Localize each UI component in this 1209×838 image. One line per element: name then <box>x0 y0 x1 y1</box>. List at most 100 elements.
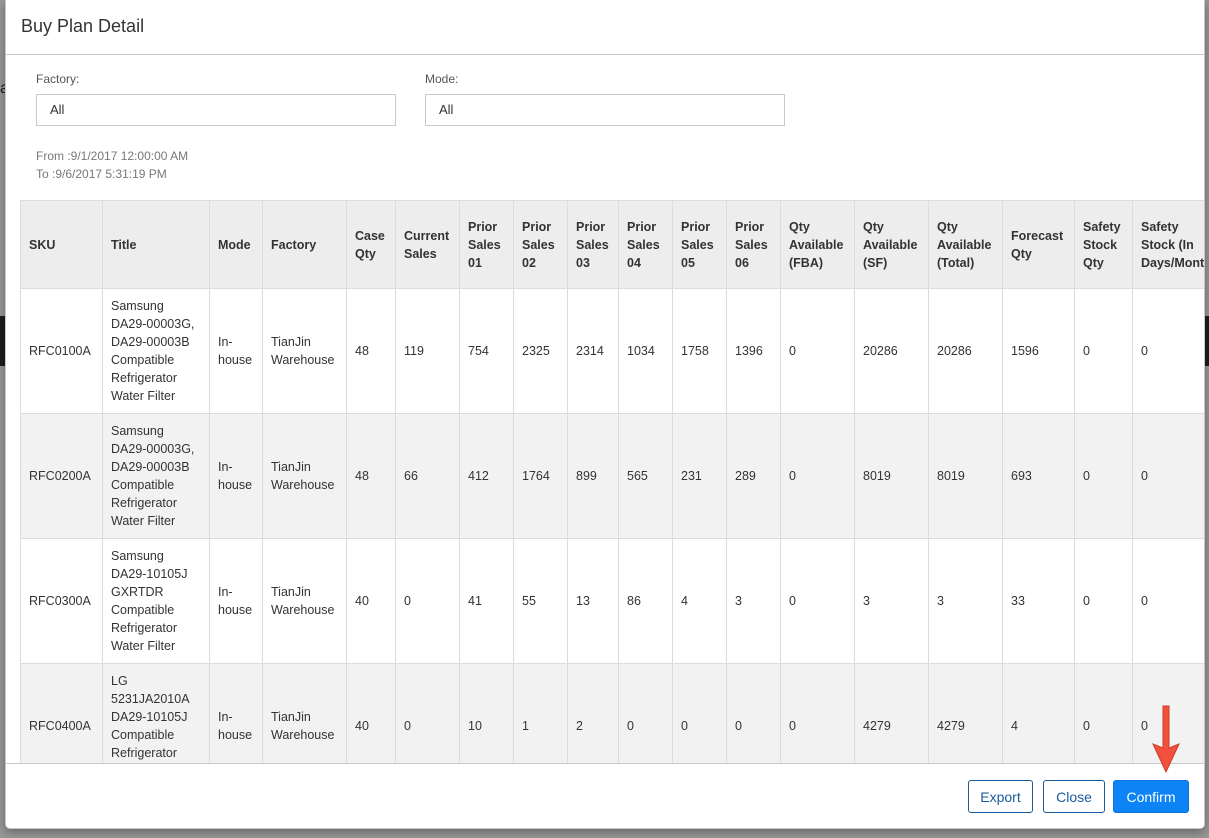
column-header-text: Qty <box>1011 246 1032 261</box>
column-header-text: (Total) <box>937 255 975 270</box>
table-row[interactable]: RFC0100A Samsung DA29-00003G, DA29-00003B Co… <box>20 288 1204 414</box>
column-header-text: Available <box>863 237 918 252</box>
factory-cell-line: TianJin <box>271 710 311 724</box>
value-cell: 4 <box>1002 663 1075 763</box>
column-header-text: Available <box>937 237 992 252</box>
value-cell: 41 <box>459 538 514 664</box>
export-button[interactable]: Export <box>968 780 1033 813</box>
table-body: RFC0100A Samsung DA29-00003G, DA29-00003B Co… <box>20 288 1204 763</box>
filters: Factory: All Mode: All <box>36 72 796 132</box>
title-cell-line: DA29-10105J <box>111 567 188 581</box>
column-header: Factory <box>262 200 347 289</box>
column-header: Safety Stock (In Days/Month) <box>1132 200 1204 289</box>
value-cell: 0 <box>1132 538 1204 664</box>
value-cell: 289 <box>726 413 781 539</box>
column-header: Case Qty <box>346 200 396 289</box>
value-cell: 0 <box>780 663 855 763</box>
title-cell-line: Refrigerator <box>111 621 177 635</box>
mode-filter: Mode: All <box>425 72 785 126</box>
title-cell-line: Compatible <box>111 603 175 617</box>
title-cell-line: Samsung <box>111 424 164 438</box>
title-cell-line: Water Filter <box>111 389 176 403</box>
column-header-text: 02 <box>522 255 536 270</box>
column-header-text: 01 <box>468 255 482 270</box>
column-header: Prior Sales 01 <box>459 200 514 289</box>
column-header-text: 05 <box>681 255 695 270</box>
buy-plan-detail-modal: Buy Plan Detail Factory: All Mode: All F… <box>5 0 1205 829</box>
column-header: Prior Sales 05 <box>672 200 727 289</box>
title-cell-line: Water Filter <box>111 514 176 528</box>
column-header-text: Stock (In <box>1141 237 1194 252</box>
factory-cell-line: Warehouse <box>271 603 335 617</box>
column-header-text: Days/Month) <box>1141 255 1204 270</box>
factory-cell: TianJin Warehouse <box>262 663 347 763</box>
mode-select[interactable]: All <box>425 94 785 126</box>
column-header-text: Mode <box>218 237 251 252</box>
factory-select[interactable]: All <box>36 94 396 126</box>
value-cell: 1758 <box>672 288 727 414</box>
confirm-button[interactable]: Confirm <box>1113 780 1189 813</box>
title-cell-line: Refrigerator <box>111 371 177 385</box>
value-cell: 412 <box>459 413 514 539</box>
table-row[interactable]: RFC0400A LG 5231JA2010A DA29-10105J Compatib… <box>20 663 1204 763</box>
column-header-text: Sales <box>404 246 437 261</box>
value-cell: 86 <box>618 538 673 664</box>
column-header: Current Sales <box>395 200 460 289</box>
column-header-text: 06 <box>735 255 749 270</box>
title-cell-line: DA29-00003B <box>111 460 190 474</box>
date-to: To :9/6/2017 5:31:19 PM <box>36 167 167 181</box>
factory-cell-line: Warehouse <box>271 728 335 742</box>
factory-cell: TianJin Warehouse <box>262 538 347 664</box>
close-button[interactable]: Close <box>1043 780 1105 813</box>
column-header-text: Sales <box>468 237 501 252</box>
table-row[interactable]: RFC0300A Samsung DA29-10105J GXRTDR Compatib… <box>20 538 1204 664</box>
column-header-text: Current <box>404 228 450 243</box>
column-header-text: 03 <box>576 255 590 270</box>
table-row[interactable]: RFC0200A Samsung DA29-00003G, DA29-00003B Co… <box>20 413 1204 539</box>
value-cell: 2325 <box>513 288 568 414</box>
modal-header: Buy Plan Detail <box>6 0 1204 55</box>
title-cell: Samsung DA29-00003G, DA29-00003B Compatible… <box>102 413 210 539</box>
column-header-text: Prior <box>627 219 657 234</box>
value-cell: 0 <box>780 413 855 539</box>
modal-footer: Export Close Confirm <box>6 763 1204 828</box>
title-cell-line: Compatible <box>111 353 175 367</box>
value-cell: 4279 <box>928 663 1003 763</box>
column-header-text: Prior <box>681 219 711 234</box>
mode-cell-line: house <box>218 603 253 617</box>
date-range: From :9/1/2017 12:00:00 AM To :9/6/2017 … <box>36 147 188 183</box>
title-cell-line: 5231JA2010A <box>111 692 190 706</box>
value-cell: 0 <box>780 538 855 664</box>
value-cell: 40 <box>346 538 396 664</box>
mode-cell-line: In- <box>218 335 233 349</box>
column-header-text: Forecast <box>1011 228 1064 243</box>
value-cell: 48 <box>346 288 396 414</box>
value-cell: 0 <box>395 538 460 664</box>
title-cell: LG 5231JA2010A DA29-10105J Compatible Refrig… <box>102 663 210 763</box>
value-cell: 66 <box>395 413 460 539</box>
title-cell-line: Compatible <box>111 478 175 492</box>
column-header-text: Stock <box>1083 237 1118 252</box>
value-cell: 10 <box>459 663 514 763</box>
factory-cell-line: TianJin <box>271 335 311 349</box>
title-cell-line: DA29-00003B <box>111 335 190 349</box>
column-header: Prior Sales 02 <box>513 200 568 289</box>
mode-cell-line: In- <box>218 460 233 474</box>
column-header-text: Safety <box>1141 219 1179 234</box>
value-cell: 8019 <box>854 413 929 539</box>
buy-plan-table: SKU Title Mode Factory Case Qty Current Sales Pr… <box>20 200 1204 763</box>
column-header-text: (FBA) <box>789 255 824 270</box>
factory-cell-line: Warehouse <box>271 353 335 367</box>
value-cell: 20286 <box>928 288 1003 414</box>
column-header-text: Sales <box>735 237 768 252</box>
column-header-text: Qty <box>1083 255 1104 270</box>
mode-cell-line: house <box>218 353 253 367</box>
column-header-text: 04 <box>627 255 641 270</box>
buy-plan-table-container[interactable]: SKU Title Mode Factory Case Qty Current Sales Pr… <box>20 200 1204 763</box>
mode-cell: In-house <box>209 413 263 539</box>
value-cell: 20286 <box>854 288 929 414</box>
value-cell: 899 <box>567 413 619 539</box>
value-cell: 0 <box>1074 288 1133 414</box>
factory-cell: TianJin Warehouse <box>262 288 347 414</box>
column-header-text: Qty <box>789 219 810 234</box>
